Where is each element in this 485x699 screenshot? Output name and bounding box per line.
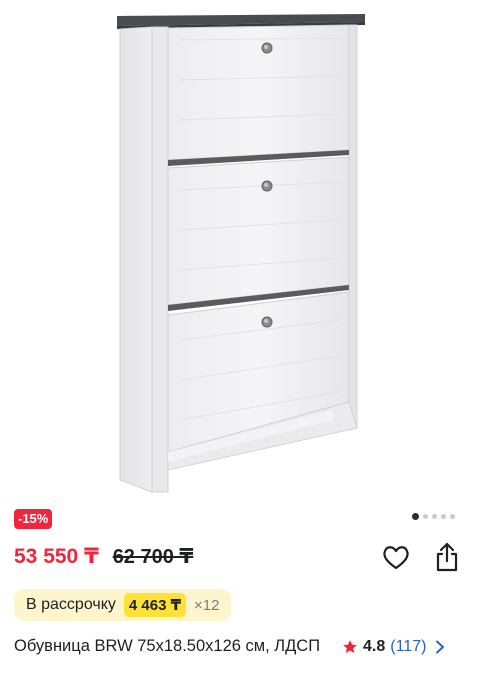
shoe-cabinet-image (117, 14, 365, 493)
installment-amount: 4 463 ₸ (123, 593, 187, 617)
share-icon (436, 542, 458, 572)
heart-icon (383, 546, 409, 570)
carousel-dot[interactable] (441, 513, 446, 519)
carousel-dot[interactable] (450, 513, 455, 519)
carousel-dot[interactable] (412, 512, 419, 520)
rating-value: 4.8 (363, 638, 386, 655)
installment-months: ×12 (194, 596, 220, 614)
old-price: 62 700 ₸ (112, 546, 194, 568)
favorite-button[interactable] (381, 543, 411, 573)
carousel-dot[interactable] (423, 513, 428, 519)
reviews-count[interactable]: (117) (390, 635, 426, 658)
carousel-indicator[interactable] (412, 511, 462, 521)
discount-badge: -15% (14, 509, 53, 529)
product-title: Обувница BRW 75x18.50x126 см, ЛДСП (14, 637, 321, 655)
price-row: 53 550 ₸ 62 700 ₸ (14, 544, 193, 569)
current-price: 53 550 ₸ (14, 545, 99, 568)
star-icon (343, 639, 357, 653)
share-button[interactable] (432, 541, 462, 573)
chevron-right-icon (436, 640, 445, 653)
installment-button[interactable]: В рассрочку 4 463 ₸ ×12 (14, 589, 232, 621)
carousel-dot[interactable] (432, 513, 437, 519)
rating-link[interactable]: 4.8 (117) (342, 635, 445, 658)
installment-label: В рассрочку (26, 596, 116, 613)
product-image[interactable] (0, 0, 485, 500)
